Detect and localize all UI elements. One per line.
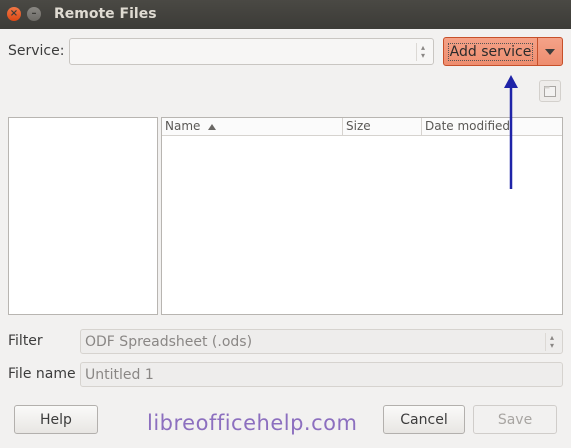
add-service-label: Add service	[447, 42, 534, 61]
add-service-main[interactable]: Add service	[444, 38, 538, 65]
title-bar: × – Remote Files	[0, 0, 571, 29]
new-folder-icon	[544, 86, 556, 97]
file-name-value: Untitled 1	[85, 366, 154, 383]
spin-arrows-icon: ▴ ▾	[545, 332, 558, 351]
service-label: Service:	[8, 43, 65, 59]
column-date-label: Date modified	[425, 119, 511, 133]
sort-ascending-icon	[208, 123, 217, 130]
column-name[interactable]: Name	[162, 118, 343, 136]
column-size[interactable]: Size	[343, 118, 422, 136]
chevron-down-icon	[545, 48, 555, 55]
column-size-label: Size	[346, 119, 371, 133]
watermark: libreofficehelp.com	[147, 411, 358, 435]
save-button[interactable]: Save	[473, 405, 557, 434]
help-button[interactable]: Help	[14, 405, 98, 434]
column-date-modified[interactable]: Date modified	[422, 118, 562, 136]
column-name-label: Name	[165, 119, 201, 133]
file-list[interactable]: Name Size Date modified	[161, 117, 563, 315]
filter-combo[interactable]: ODF Spreadsheet (.ods) ▴ ▾	[80, 329, 563, 354]
add-service-dropdown[interactable]	[538, 38, 562, 65]
close-icon[interactable]: ×	[7, 7, 21, 21]
places-panel[interactable]	[8, 117, 158, 315]
filter-value: ODF Spreadsheet (.ods)	[85, 333, 253, 350]
cancel-button[interactable]: Cancel	[383, 405, 465, 434]
add-service-button[interactable]: Add service	[443, 37, 563, 66]
file-name-field[interactable]: Untitled 1	[80, 362, 563, 387]
window-title: Remote Files	[54, 6, 157, 22]
minimize-icon[interactable]: –	[27, 7, 41, 21]
filter-label: Filter	[8, 333, 43, 349]
service-combo[interactable]: ▴ ▾	[69, 38, 434, 65]
file-name-label: File name	[8, 366, 76, 382]
spin-arrows-icon: ▴ ▾	[416, 42, 429, 61]
new-folder-button[interactable]	[539, 80, 561, 102]
